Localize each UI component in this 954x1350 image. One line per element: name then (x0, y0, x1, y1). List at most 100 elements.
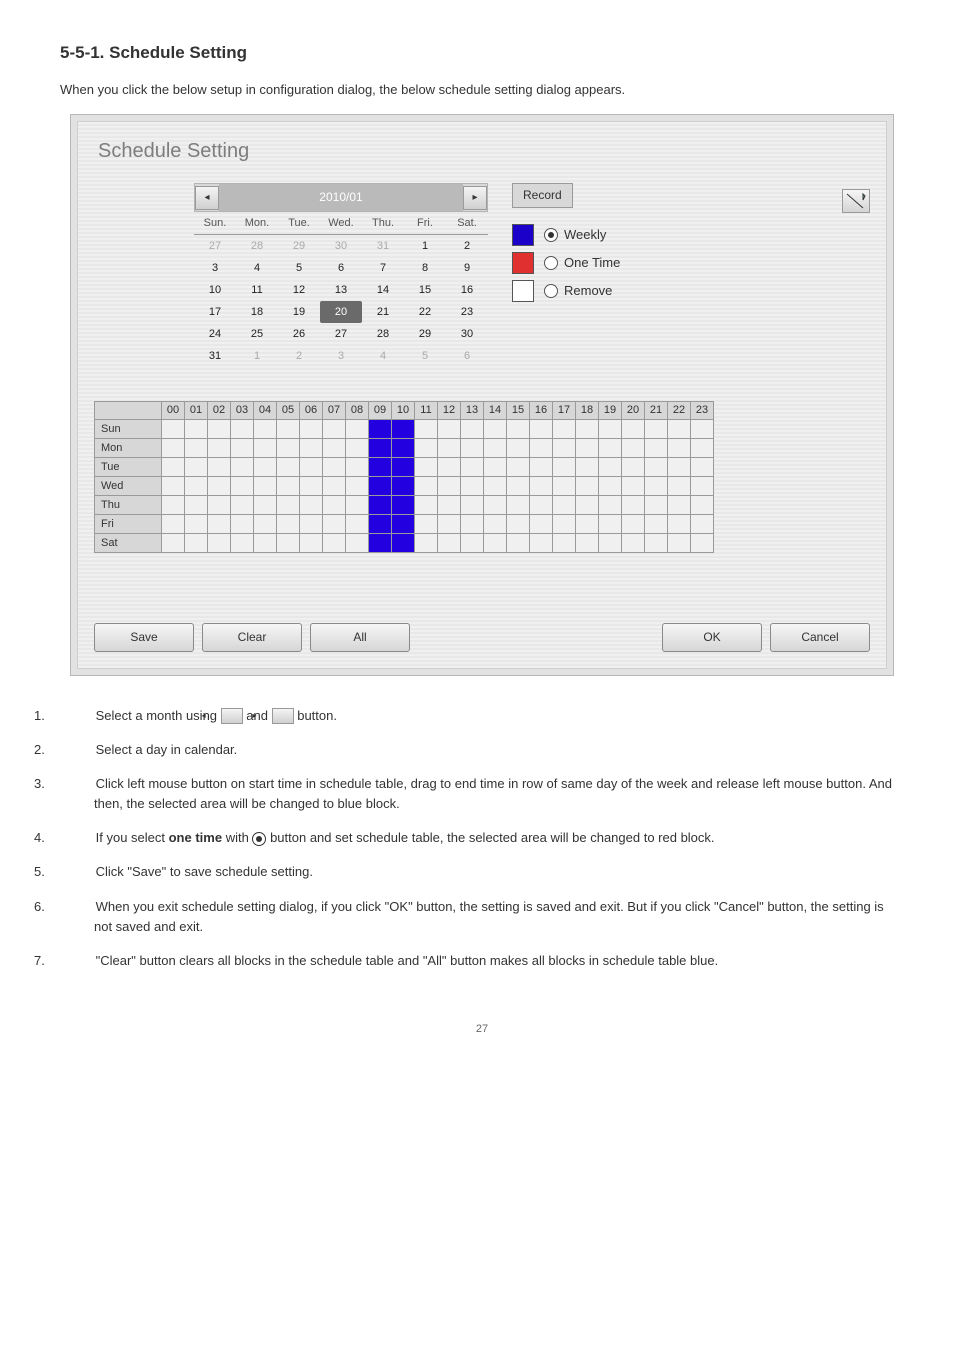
calendar-day-cell[interactable]: 28 (362, 323, 404, 345)
calendar-day-cell[interactable]: 27 (194, 235, 236, 258)
schedule-cell[interactable] (576, 534, 599, 553)
schedule-cell[interactable] (415, 477, 438, 496)
schedule-cell[interactable] (553, 458, 576, 477)
schedule-cell[interactable] (461, 458, 484, 477)
schedule-cell[interactable] (530, 477, 553, 496)
schedule-cell[interactable] (369, 515, 392, 534)
calendar-day-cell[interactable]: 27 (320, 323, 362, 345)
schedule-cell[interactable] (668, 496, 691, 515)
ok-button[interactable]: OK (662, 623, 762, 652)
schedule-cell[interactable] (346, 534, 369, 553)
schedule-cell[interactable] (484, 534, 507, 553)
apply-to-all-icon[interactable] (842, 189, 870, 213)
calendar-day-cell[interactable]: 30 (446, 323, 488, 345)
calendar-day-cell[interactable]: 13 (320, 279, 362, 301)
schedule-cell[interactable] (484, 420, 507, 439)
calendar-grid[interactable]: Sun.Mon.Tue.Wed.Thu.Fri.Sat.272829303112… (194, 212, 488, 367)
schedule-cell[interactable] (415, 458, 438, 477)
schedule-cell[interactable] (438, 458, 461, 477)
schedule-cell[interactable] (392, 439, 415, 458)
schedule-cell[interactable] (323, 420, 346, 439)
schedule-cell[interactable] (323, 439, 346, 458)
calendar-day-cell[interactable]: 6 (320, 257, 362, 279)
calendar-day-cell[interactable]: 11 (236, 279, 278, 301)
calendar-day-cell[interactable]: 14 (362, 279, 404, 301)
schedule-cell[interactable] (415, 496, 438, 515)
schedule-cell[interactable] (599, 420, 622, 439)
schedule-cell[interactable] (576, 515, 599, 534)
calendar-day-cell[interactable]: 17 (194, 301, 236, 323)
schedule-cell[interactable] (507, 515, 530, 534)
calendar-day-cell[interactable]: 1 (236, 345, 278, 367)
schedule-cell[interactable] (323, 477, 346, 496)
schedule-cell[interactable] (185, 534, 208, 553)
schedule-cell[interactable] (599, 496, 622, 515)
calendar-day-cell[interactable]: 5 (404, 345, 446, 367)
schedule-cell[interactable] (507, 496, 530, 515)
calendar-day-cell[interactable]: 31 (194, 345, 236, 367)
calendar-day-cell[interactable]: 8 (404, 257, 446, 279)
schedule-cell[interactable] (277, 458, 300, 477)
calendar-day-cell[interactable]: 4 (236, 257, 278, 279)
schedule-cell[interactable] (415, 515, 438, 534)
schedule-cell[interactable] (346, 496, 369, 515)
schedule-cell[interactable] (553, 477, 576, 496)
schedule-cell[interactable] (231, 477, 254, 496)
schedule-cell[interactable] (346, 420, 369, 439)
schedule-cell[interactable] (392, 534, 415, 553)
schedule-cell[interactable] (277, 439, 300, 458)
all-button[interactable]: All (310, 623, 410, 652)
schedule-cell[interactable] (185, 477, 208, 496)
schedule-cell[interactable] (254, 439, 277, 458)
schedule-cell[interactable] (231, 458, 254, 477)
schedule-cell[interactable] (392, 420, 415, 439)
schedule-cell[interactable] (254, 515, 277, 534)
schedule-cell[interactable] (691, 477, 714, 496)
schedule-cell[interactable] (599, 439, 622, 458)
calendar-day-cell[interactable]: 26 (278, 323, 320, 345)
schedule-cell[interactable] (208, 458, 231, 477)
schedule-cell[interactable] (185, 496, 208, 515)
calendar-day-cell[interactable]: 23 (446, 301, 488, 323)
schedule-cell[interactable] (369, 534, 392, 553)
schedule-cell[interactable] (185, 420, 208, 439)
schedule-cell[interactable] (576, 439, 599, 458)
schedule-cell[interactable] (622, 420, 645, 439)
calendar-day-cell[interactable]: 31 (362, 235, 404, 258)
schedule-cell[interactable] (645, 477, 668, 496)
schedule-cell[interactable] (415, 534, 438, 553)
schedule-cell[interactable] (530, 458, 553, 477)
calendar-prev-button[interactable]: ◂ (195, 186, 219, 210)
schedule-cell[interactable] (461, 496, 484, 515)
schedule-cell[interactable] (254, 458, 277, 477)
schedule-cell[interactable] (507, 439, 530, 458)
schedule-cell[interactable] (691, 420, 714, 439)
schedule-cell[interactable] (668, 458, 691, 477)
schedule-cell[interactable] (208, 477, 231, 496)
schedule-cell[interactable] (231, 534, 254, 553)
schedule-cell[interactable] (208, 534, 231, 553)
schedule-cell[interactable] (300, 496, 323, 515)
schedule-cell[interactable] (553, 515, 576, 534)
schedule-cell[interactable] (438, 439, 461, 458)
schedule-cell[interactable] (622, 477, 645, 496)
calendar-day-cell[interactable]: 20 (320, 301, 362, 323)
schedule-cell[interactable] (346, 515, 369, 534)
schedule-cell[interactable] (668, 420, 691, 439)
schedule-cell[interactable] (254, 534, 277, 553)
schedule-cell[interactable] (185, 515, 208, 534)
schedule-cell[interactable] (254, 420, 277, 439)
schedule-cell[interactable] (300, 439, 323, 458)
schedule-cell[interactable] (576, 458, 599, 477)
schedule-cell[interactable] (254, 477, 277, 496)
schedule-cell[interactable] (208, 496, 231, 515)
calendar-day-cell[interactable]: 5 (278, 257, 320, 279)
cancel-button[interactable]: Cancel (770, 623, 870, 652)
radio-one-time[interactable] (544, 256, 558, 270)
schedule-cell[interactable] (231, 439, 254, 458)
schedule-cell[interactable] (277, 534, 300, 553)
schedule-cell[interactable] (392, 496, 415, 515)
schedule-cell[interactable] (645, 420, 668, 439)
schedule-cell[interactable] (599, 458, 622, 477)
schedule-cell[interactable] (438, 515, 461, 534)
